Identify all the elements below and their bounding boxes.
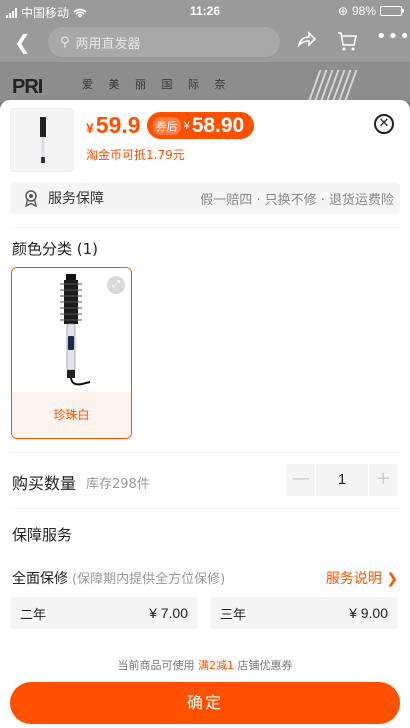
brand-cn-text: 爱 美 丽 国 际 奈 xyxy=(82,78,232,91)
hair-brush-image xyxy=(60,274,91,386)
sku-sheet: ¥59.9 券后 ¥58.90 淘金币可抵1.79元 ✕ 服务保障 假一赔四 ·… xyxy=(0,100,410,728)
brush-thumbnail-image xyxy=(40,117,46,163)
search-icon: ⚲ xyxy=(60,34,70,50)
brand-logo: PRI xyxy=(12,76,43,98)
product-thumbnail[interactable] xyxy=(10,108,74,172)
color-section-title: 颜色分类 (1) xyxy=(12,240,99,258)
ribbon-badge-icon xyxy=(25,190,37,207)
sku-option-image: ⤢ xyxy=(12,268,131,392)
back-icon[interactable]: ❮ xyxy=(14,30,31,54)
cart-icon[interactable] xyxy=(336,30,358,52)
taojinbi-note: 淘金币可抵1.79元 xyxy=(86,148,185,162)
warranty-option-label: 三年 xyxy=(220,607,247,623)
quantity-value[interactable]: 1 xyxy=(316,464,368,496)
orientation-lock-icon: ⊕ xyxy=(337,4,348,18)
product-hero-image: PRI 爱 美 丽 国 际 奈 xyxy=(0,62,410,102)
top-nav: ❮ ⚲ 两用直发器 ••• xyxy=(0,22,410,62)
sku-option-name: 珍珠白 xyxy=(12,392,131,438)
status-right: ⊕ 98% xyxy=(337,4,404,18)
promo-note: 当前商品可使用 满2减1 店铺优惠券 xyxy=(117,659,293,672)
battery-icon xyxy=(380,6,404,16)
more-icon[interactable]: ••• xyxy=(376,26,410,47)
service-desc: 假一赔四 · 只换不修 · 退货运费险 xyxy=(200,192,394,208)
close-button[interactable]: ✕ xyxy=(374,114,394,134)
coupon-tag: 券后 xyxy=(152,116,181,135)
confirm-button[interactable]: 确定 xyxy=(10,682,400,724)
search-input[interactable]: ⚲ 两用直发器 xyxy=(48,27,280,57)
search-placeholder: 两用直发器 xyxy=(75,36,141,52)
full-repair-label: 全面保修 (保障期内提供全方位保修) xyxy=(12,571,226,587)
divider xyxy=(10,452,400,453)
battery-percent: 98% xyxy=(351,4,376,18)
service-guarantee-bar[interactable]: 服务保障 假一赔四 · 只换不修 · 退货运费险 xyxy=(10,182,400,214)
guarantee-title: 保障服务 xyxy=(12,526,73,544)
sku-option-pearl-white[interactable]: ⤢ 珍珠白 xyxy=(11,267,132,439)
service-label: 服务保障 xyxy=(48,191,104,207)
quantity-title: 购买数量 xyxy=(12,474,77,493)
quantity-decrement-button[interactable]: — xyxy=(286,464,316,496)
coupon-price-badge: 券后 ¥58.90 xyxy=(146,112,255,139)
coupon-price: 58.90 xyxy=(191,113,245,137)
promo-highlight: 满2减1 xyxy=(198,659,234,672)
share-icon[interactable] xyxy=(296,30,316,50)
current-price: ¥59.9 xyxy=(86,112,141,138)
service-explanation-link[interactable]: 服务说明 ❯ xyxy=(326,568,398,588)
warranty-option-2yr[interactable]: 二年 ¥ 7.00 xyxy=(10,597,198,629)
divider xyxy=(10,508,400,509)
comb-graphic xyxy=(308,70,358,100)
price-row: ¥59.9 券后 ¥58.90 xyxy=(86,112,255,139)
expand-icon[interactable]: ⤢ xyxy=(107,276,125,294)
full-repair-note: (保障期内提供全方位保修) xyxy=(72,572,226,587)
divider xyxy=(10,227,400,228)
warranty-option-price: ¥ 9.00 xyxy=(349,605,388,621)
warranty-option-label: 二年 xyxy=(20,607,47,623)
warranty-option-3yr[interactable]: 三年 ¥ 9.00 xyxy=(210,597,398,629)
warranty-option-price: ¥ 7.00 xyxy=(149,605,188,621)
quantity-increment-button[interactable]: + xyxy=(368,464,399,496)
status-bar: 中国移动 11:26 ⊕ 98% xyxy=(0,0,410,22)
quantity-stepper: — 1 + xyxy=(286,464,399,496)
stock-count: 库存298件 xyxy=(86,477,150,492)
